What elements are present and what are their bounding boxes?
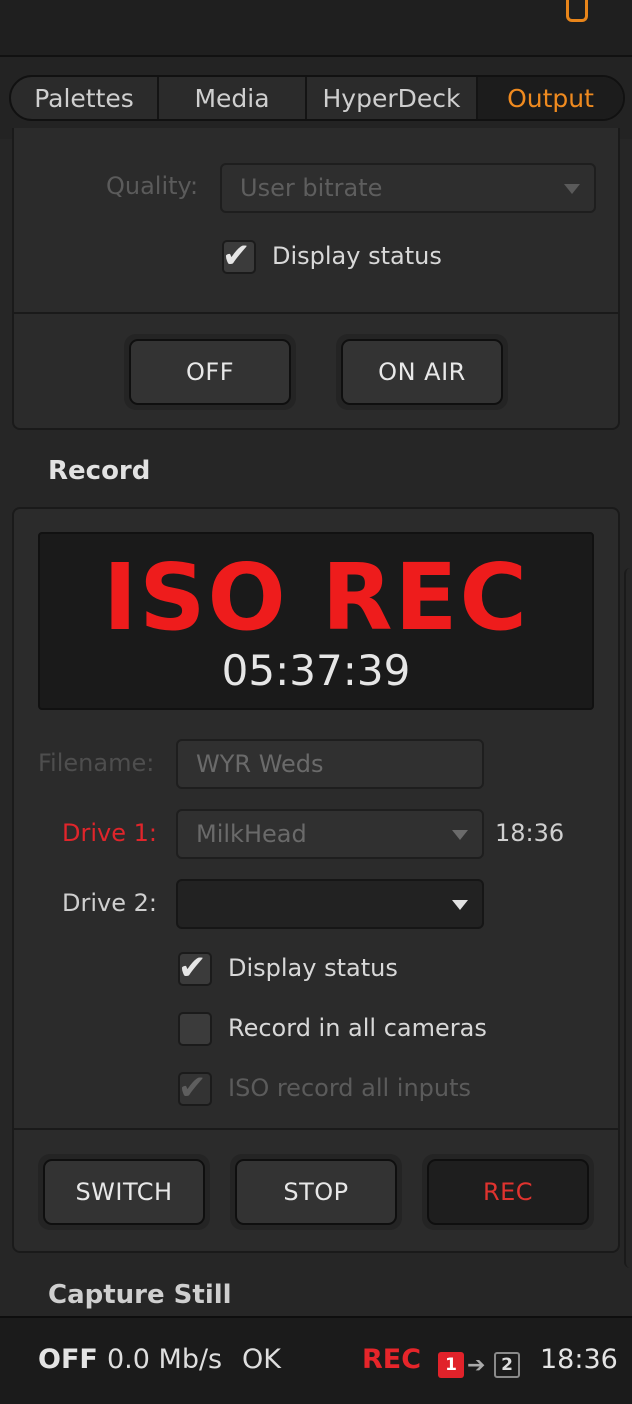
divider: [14, 312, 618, 314]
drive1-label: Drive 1:: [62, 819, 157, 847]
record-heading: Record: [48, 456, 151, 486]
tab-palettes[interactable]: Palettes: [11, 77, 159, 119]
status-bar: OFF 0.0 Mb/s OK REC 1 ➔ 2 18:36: [0, 1316, 632, 1404]
off-button[interactable]: OFF: [129, 339, 291, 405]
record-timecode: 05:37:39: [221, 646, 411, 695]
rec-button-well: REC: [422, 1154, 594, 1230]
quality-dropdown[interactable]: User bitrate: [220, 163, 596, 213]
record-status-display: ISO REC 05:37:39: [38, 532, 594, 710]
drive1-dropdown[interactable]: MilkHead: [176, 809, 484, 859]
bitrate: 0.0 Mb/s: [107, 1344, 223, 1375]
window-corner-icon[interactable]: [566, 0, 588, 22]
quality-value: User bitrate: [240, 174, 383, 202]
chevron-down-icon: [452, 830, 468, 840]
chevron-down-icon: [452, 900, 468, 910]
stream-display-status-checkbox[interactable]: ✔: [222, 236, 256, 276]
switch-button-well: SWITCH: [38, 1154, 210, 1230]
chevron-down-icon: [564, 184, 580, 194]
tab-output[interactable]: Output: [478, 77, 623, 119]
drive1-time-remaining: 18:36: [495, 819, 565, 847]
drive-next-badge: 2: [494, 1352, 520, 1378]
stream-display-status-label: Display status: [272, 242, 442, 270]
top-bar: [0, 0, 632, 57]
check-icon: ✔: [178, 1068, 207, 1108]
drive1-value: MilkHead: [196, 820, 307, 848]
filename-label: Filename:: [38, 749, 155, 777]
stream-health: OK: [242, 1344, 281, 1375]
record-display-status-checkbox[interactable]: ✔: [178, 948, 212, 988]
on-air-button-well: ON AIR: [336, 334, 508, 410]
rec-button[interactable]: REC: [427, 1159, 589, 1225]
tab-bar-container: Palettes Media HyperDeck Output: [0, 57, 632, 139]
filename-input[interactable]: WYR Weds: [176, 739, 484, 789]
check-icon: ✔: [178, 948, 207, 988]
record-status-title: ISO REC: [103, 544, 529, 651]
drive-active-badge: 1: [438, 1352, 464, 1378]
check-icon: ✔: [222, 236, 251, 276]
stop-button[interactable]: STOP: [235, 1159, 397, 1225]
arrow-right-icon: ➔: [467, 1353, 486, 1378]
drive2-label: Drive 2:: [62, 889, 157, 917]
record-all-cameras-checkbox[interactable]: [178, 1012, 212, 1046]
record-display-status-label: Display status: [228, 954, 398, 982]
iso-record-all-inputs-label: ISO record all inputs: [228, 1074, 472, 1102]
stream-state: OFF: [38, 1344, 98, 1375]
drive2-dropdown[interactable]: [176, 879, 484, 929]
on-air-button[interactable]: ON AIR: [341, 339, 503, 405]
iso-record-all-inputs-checkbox[interactable]: ✔: [178, 1068, 212, 1108]
off-button-well: OFF: [124, 334, 296, 410]
tab-bar: Palettes Media HyperDeck Output: [9, 75, 625, 121]
quality-label: Quality:: [106, 172, 199, 200]
rec-state: REC: [362, 1344, 422, 1375]
switch-button[interactable]: SWITCH: [43, 1159, 205, 1225]
filename-value: WYR Weds: [196, 750, 324, 778]
divider: [14, 1128, 618, 1130]
scrollbar[interactable]: [624, 568, 632, 1268]
time-remaining: 18:36: [540, 1344, 618, 1375]
tab-media[interactable]: Media: [159, 77, 307, 119]
record-all-cameras-label: Record in all cameras: [228, 1014, 487, 1042]
tab-hyperdeck[interactable]: HyperDeck: [307, 77, 478, 119]
stop-button-well: STOP: [230, 1154, 402, 1230]
capture-still-heading: Capture Still: [48, 1280, 232, 1310]
